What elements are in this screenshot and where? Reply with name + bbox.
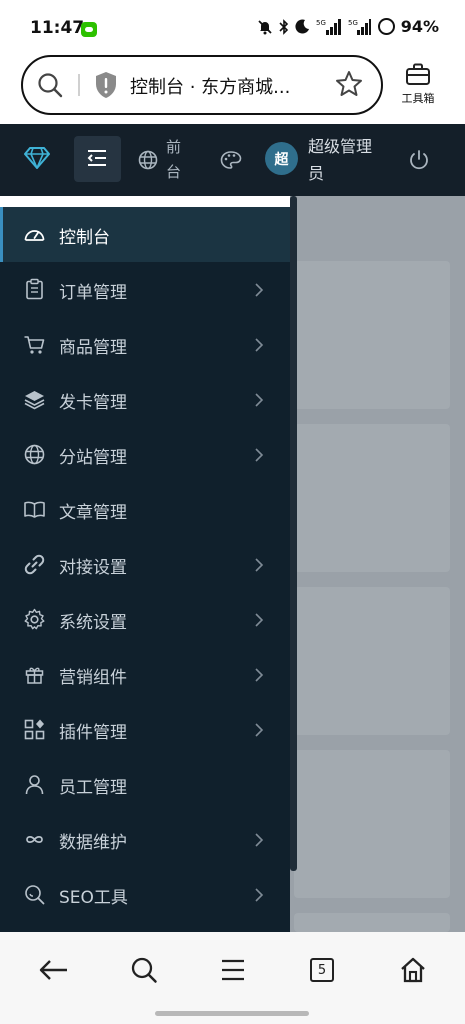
gift-icon — [23, 663, 46, 686]
seo-search-icon — [23, 883, 46, 906]
signal-5g-icon-1: 5G — [316, 18, 342, 36]
shield-icon[interactable] — [93, 70, 119, 104]
sidebar-item-label: 订单管理 — [59, 283, 127, 303]
link-icon — [23, 553, 46, 576]
globe-icon — [23, 443, 46, 466]
svg-text:5G: 5G — [348, 19, 358, 27]
status-time: 11:47 — [30, 18, 85, 38]
sidebar-item-marketing[interactable]: 营销组件 — [0, 647, 290, 702]
home-icon — [401, 957, 425, 983]
avatar[interactable]: 超 — [265, 142, 298, 175]
chevron-right-icon — [254, 282, 264, 302]
apps-icon — [23, 718, 46, 741]
sidebar-item-data-maintenance[interactable]: 数据维护 — [0, 812, 290, 867]
search-button[interactable] — [124, 950, 164, 990]
wechat-notification-icon — [81, 22, 97, 37]
dashboard-card — [294, 424, 450, 572]
sidebar-item-staff[interactable]: 员工管理 — [0, 757, 290, 812]
address-bar[interactable]: 控制台 · 东方商城... — [21, 55, 383, 115]
sidebar-item-dashboard[interactable]: 控制台 — [0, 207, 290, 262]
sidebar-item-system-settings[interactable]: 系统设置 — [0, 592, 290, 647]
search-icon — [131, 957, 157, 983]
menu-collapse-icon — [87, 150, 106, 166]
sidebar-item-plugins[interactable]: 插件管理 — [0, 702, 290, 757]
front-site-link[interactable]: 前台 — [166, 135, 184, 185]
status-bar: 11:47 5G 5G 94% — [0, 0, 465, 52]
home-button[interactable] — [393, 950, 433, 990]
toolbox-label: 工具箱 — [401, 92, 435, 105]
chevron-right-icon — [254, 392, 264, 412]
sidebar-item-label: 数据维护 — [59, 833, 127, 853]
layers-icon — [23, 388, 46, 411]
sidebar-item-label: 员工管理 — [59, 778, 127, 798]
book-icon — [23, 498, 46, 521]
menu-toggle-button[interactable] — [74, 136, 121, 182]
user-icon — [23, 773, 46, 796]
home-indicator — [155, 1011, 309, 1016]
back-arrow-icon — [39, 960, 67, 980]
chevron-right-icon — [254, 612, 264, 632]
bluetooth-icon — [279, 18, 289, 36]
dashboard-card — [294, 913, 450, 932]
admin-header: 前台 超 超级管理员 — [0, 124, 465, 196]
sidebar-item-label: 插件管理 — [59, 723, 127, 743]
dashboard-card — [294, 261, 450, 409]
search-icon[interactable] — [36, 71, 64, 103]
sidebar-item-substations[interactable]: 分站管理 — [0, 427, 290, 482]
power-icon[interactable] — [408, 149, 430, 175]
diamond-logo-icon[interactable] — [24, 147, 50, 173]
sidebar-item-label: SEO工具 — [59, 888, 128, 908]
menu-button[interactable] — [213, 950, 253, 990]
chevron-right-icon — [254, 337, 264, 357]
sidebar-item-label: 商品管理 — [59, 338, 127, 358]
address-divider — [78, 74, 80, 96]
sidebar-item-cards[interactable]: 发卡管理 — [0, 372, 290, 427]
gear-icon — [23, 608, 46, 631]
sidebar-item-seo-tools[interactable]: SEO工具 — [0, 867, 290, 922]
sidebar-item-integration[interactable]: 对接设置 — [0, 537, 290, 592]
chevron-right-icon — [254, 667, 264, 687]
infinity-icon — [23, 828, 46, 851]
sidebar: 控制台 订单管理 商品管理 发卡管理 分站管理 文章管理 对接设置 系统设置 营… — [0, 207, 290, 932]
chevron-right-icon — [254, 722, 264, 742]
dashboard-card — [294, 587, 450, 735]
chevron-right-icon — [254, 447, 264, 467]
sidebar-item-label: 文章管理 — [59, 503, 127, 523]
mute-bell-icon — [257, 18, 273, 36]
battery-icon — [377, 18, 395, 35]
sidebar-item-label: 发卡管理 — [59, 393, 127, 413]
admin-user-name[interactable]: 超级管理员 — [308, 133, 386, 187]
clipboard-icon — [23, 278, 46, 301]
battery-level: 94% — [400, 17, 439, 36]
tabs-button[interactable]: 5 — [302, 950, 342, 990]
globe-icon[interactable] — [138, 150, 158, 174]
chevron-right-icon — [254, 887, 264, 907]
sidebar-item-label: 系统设置 — [59, 613, 127, 633]
back-button[interactable] — [33, 950, 73, 990]
hamburger-menu-icon — [222, 959, 244, 981]
sidebar-item-products[interactable]: 商品管理 — [0, 317, 290, 372]
dashboard-card — [294, 750, 450, 898]
svg-text:5G: 5G — [316, 19, 326, 27]
chevron-right-icon — [254, 832, 264, 852]
sidebar-item-label: 营销组件 — [59, 668, 127, 688]
chevron-right-icon — [254, 557, 264, 577]
sidebar-item-label: 对接设置 — [59, 558, 127, 578]
star-icon[interactable] — [334, 69, 364, 103]
cart-icon — [23, 333, 46, 356]
tab-count: 5 — [310, 958, 334, 982]
sidebar-item-articles[interactable]: 文章管理 — [0, 482, 290, 537]
sidebar-item-orders[interactable]: 订单管理 — [0, 262, 290, 317]
signal-5g-icon-2: 5G — [348, 18, 372, 36]
status-indicators: 5G 5G 94% — [257, 17, 439, 36]
palette-icon[interactable] — [220, 150, 242, 174]
toolbox-button[interactable]: 工具箱 — [396, 62, 440, 112]
moon-icon — [295, 18, 310, 36]
sidebar-scrollbar[interactable] — [290, 196, 297, 871]
toolbox-icon — [405, 62, 431, 90]
dashboard-icon — [23, 223, 46, 246]
sidebar-item-label: 控制台 — [59, 228, 110, 248]
page-title[interactable]: 控制台 · 东方商城... — [130, 73, 290, 99]
sidebar-item-label: 分站管理 — [59, 448, 127, 468]
